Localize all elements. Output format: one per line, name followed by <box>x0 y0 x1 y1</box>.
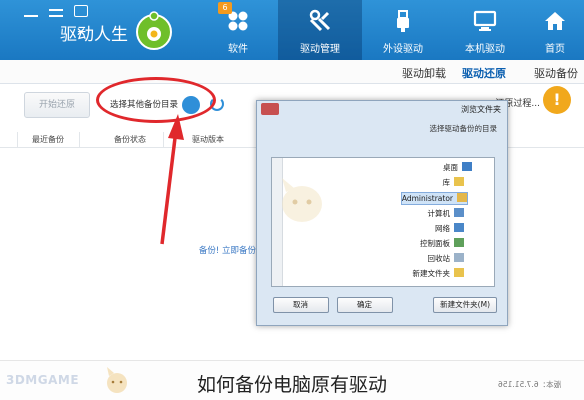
tree-item-administrator[interactable]: Administrator <box>400 192 468 205</box>
column-backup-status: 备份状态 <box>114 135 146 144</box>
sub-navigation: 驱动备份 驱动还原 驱动卸载 <box>0 60 584 84</box>
tree-item-label: 回收站 <box>427 254 451 263</box>
usb-icon <box>397 10 409 32</box>
empty-backup-message[interactable]: 备份! 立即备份 <box>199 244 256 256</box>
dialog-close-button[interactable] <box>261 103 279 115</box>
mascot-watermark-icon <box>282 178 322 222</box>
computer-icon <box>454 208 464 217</box>
software-badge: 6 <box>218 2 232 14</box>
menu-icon[interactable] <box>48 9 63 17</box>
tab-label: 首页 <box>545 44 565 55</box>
network-icon <box>454 223 464 232</box>
tab-local-drivers[interactable]: 本机驱动 <box>444 0 526 60</box>
desktop-folder-icon <box>462 162 472 171</box>
dialog-title: 浏览文件夹 <box>461 105 501 114</box>
tab-home[interactable]: 首页 <box>526 0 584 60</box>
monitor-icon <box>473 10 497 31</box>
tree-item-label: 控制面板 <box>420 239 450 248</box>
ok-button[interactable]: 确定 <box>337 297 393 313</box>
red-arrow-icon <box>160 114 184 245</box>
window-controls: ✕ <box>4 2 94 39</box>
subtab-driver-backup[interactable]: 驱动备份 <box>534 65 578 81</box>
folder-icon <box>454 268 464 277</box>
dialog-description: 选择驱动备份的目录 <box>429 124 498 133</box>
tree-item-new-folder[interactable]: 新建文件夹 <box>412 268 464 281</box>
tab-label: 本机驱动 <box>465 44 505 55</box>
start-restore-label: 开始还原 <box>39 100 76 110</box>
library-icon <box>454 177 464 186</box>
tree-item-network[interactable]: 网络 <box>435 223 464 236</box>
tree-item-label: 桌面 <box>443 163 458 172</box>
app-header: 驱动人生 ✕ 首页 本机驱动 外设驱动 驱动管理 6 软件 <box>0 0 584 60</box>
new-folder-button[interactable]: 新建文件夹(M) <box>433 297 497 313</box>
tree-item-label: 网络 <box>435 224 450 233</box>
tree-item-control-panel[interactable]: 控制面板 <box>420 238 464 251</box>
column-last-backup: 最近备份 <box>32 135 64 144</box>
tree-item-library[interactable]: 库 <box>442 177 464 190</box>
caption-band: 3DMGAME 如何备份电脑原有驱动 版本：6.7.51.156 <box>0 360 584 400</box>
tree-item-label: 库 <box>442 178 451 187</box>
tree-item-computer[interactable]: 计算机 <box>427 208 464 221</box>
tree-item-label: 新建文件夹 <box>412 269 451 278</box>
tree-item-label: Administrator <box>401 194 453 203</box>
control-panel-icon <box>454 238 464 247</box>
start-restore-button[interactable]: 开始还原 <box>24 92 90 118</box>
tab-peripheral-drivers[interactable]: 外设驱动 <box>362 0 444 60</box>
ok-label: 确定 <box>357 300 373 309</box>
skin-icon[interactable] <box>74 5 88 17</box>
wrench-icon <box>309 9 331 32</box>
tree-item-recycle-bin[interactable]: 回收站 <box>427 253 464 266</box>
subtab-driver-uninstall[interactable]: 驱动卸载 <box>402 65 446 81</box>
tab-driver-management[interactable]: 驱动管理 <box>278 0 362 60</box>
tab-label: 外设驱动 <box>383 44 423 55</box>
user-folder-icon <box>457 193 467 202</box>
cancel-button[interactable]: 取消 <box>273 297 329 313</box>
column-driver-version: 驱动版本 <box>192 135 224 144</box>
tab-label: 软件 <box>228 44 248 55</box>
tree-item-label: 计算机 <box>427 209 451 218</box>
tab-label: 驱动管理 <box>300 44 340 55</box>
info-icon: ! <box>543 86 571 114</box>
cancel-label: 取消 <box>293 300 309 309</box>
driver-life-logo-icon <box>136 11 172 50</box>
recycle-bin-icon <box>454 253 464 262</box>
tree-item-desktop[interactable]: 桌面 <box>443 162 472 175</box>
home-icon <box>545 12 565 30</box>
app-name: 驱动人生 <box>60 25 128 45</box>
version-label: 版本：6.7.51.156 <box>498 380 562 389</box>
new-folder-label: 新建文件夹(M) <box>440 300 490 309</box>
caption-text: 如何备份电脑原有驱动 <box>196 374 387 396</box>
close-icon[interactable]: ✕ <box>74 25 88 39</box>
tab-software[interactable]: 6 软件 <box>198 0 278 60</box>
subtab-driver-restore[interactable]: 驱动还原 <box>462 65 506 81</box>
minimize-icon[interactable] <box>23 9 38 17</box>
